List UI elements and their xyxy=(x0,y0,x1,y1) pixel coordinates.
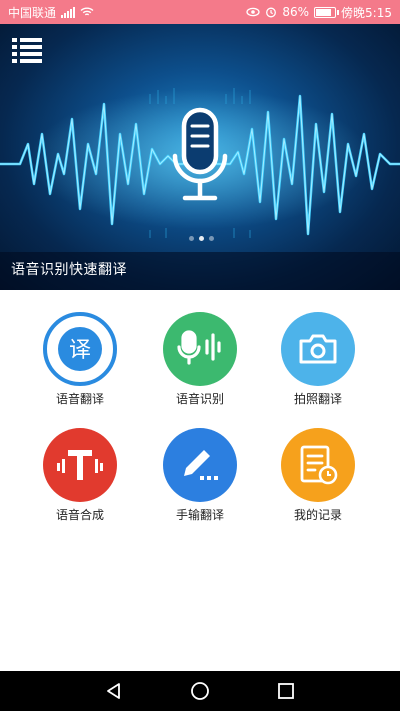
feature-label: 我的记录 xyxy=(293,508,342,522)
banner-caption: 语音识别快速翻译 xyxy=(11,262,127,278)
status-right: 86% 傍晚5:15 xyxy=(246,4,392,21)
carousel-dot[interactable] xyxy=(209,236,214,241)
feature-manual-translate[interactable]: 手输翻译 xyxy=(150,406,250,522)
feature-label: 语音合成 xyxy=(55,508,104,522)
manual-translate-circle xyxy=(163,428,237,502)
wifi-icon xyxy=(80,7,94,16)
translate-icon: 译 xyxy=(58,327,102,371)
text-speech-icon xyxy=(57,450,103,480)
voice-translate-circle: 译 xyxy=(43,312,117,386)
status-bar: 中国联通 86% 傍晚5:15 xyxy=(0,0,400,24)
feature-grid: 译 语音翻译 语音识别 拍照翻译 语音合成 手输翻译 我的记录 xyxy=(0,290,400,671)
carousel-indicator xyxy=(189,236,214,241)
feature-voice-translate[interactable]: 译 语音翻译 xyxy=(30,290,130,406)
eye-icon xyxy=(246,7,261,17)
pencil-icon xyxy=(184,450,218,480)
banner-carousel[interactable]: 语音识别快速翻译 xyxy=(0,24,400,290)
mic-wave-icon xyxy=(177,330,221,365)
feature-label: 语音识别 xyxy=(175,392,224,406)
back-icon[interactable] xyxy=(104,681,124,701)
home-icon[interactable] xyxy=(190,681,210,701)
feature-speech-synthesis[interactable]: 语音合成 xyxy=(30,406,130,522)
carrier-label: 中国联通 xyxy=(8,5,57,20)
speech-synthesis-circle xyxy=(43,428,117,502)
speech-recognition-circle xyxy=(163,312,237,386)
menu-icon[interactable] xyxy=(12,36,44,64)
camera-icon xyxy=(299,334,337,364)
feature-photo-translate[interactable]: 拍照翻译 xyxy=(268,290,368,406)
feature-my-records[interactable]: 我的记录 xyxy=(268,406,368,522)
photo-translate-circle xyxy=(281,312,355,386)
battery-percent: 86% xyxy=(282,5,310,19)
clock: 傍晚5:15 xyxy=(341,5,392,20)
record-icon xyxy=(300,445,338,485)
status-left: 中国联通 xyxy=(8,4,94,21)
my-records-circle xyxy=(281,428,355,502)
feature-label: 手输翻译 xyxy=(175,508,224,522)
recents-icon[interactable] xyxy=(276,681,296,701)
feature-label: 语音翻译 xyxy=(55,392,104,406)
sound-wave-graphic xyxy=(0,88,400,238)
signal-icon xyxy=(61,6,76,18)
alarm-icon xyxy=(266,7,277,18)
battery-icon xyxy=(314,6,340,18)
feature-label: 拍照翻译 xyxy=(293,392,342,406)
navigation-bar xyxy=(0,671,400,711)
carousel-dot[interactable] xyxy=(199,236,204,241)
feature-speech-recognition[interactable]: 语音识别 xyxy=(150,290,250,406)
translate-glyph: 译 xyxy=(69,338,91,363)
carousel-dot[interactable] xyxy=(189,236,194,241)
